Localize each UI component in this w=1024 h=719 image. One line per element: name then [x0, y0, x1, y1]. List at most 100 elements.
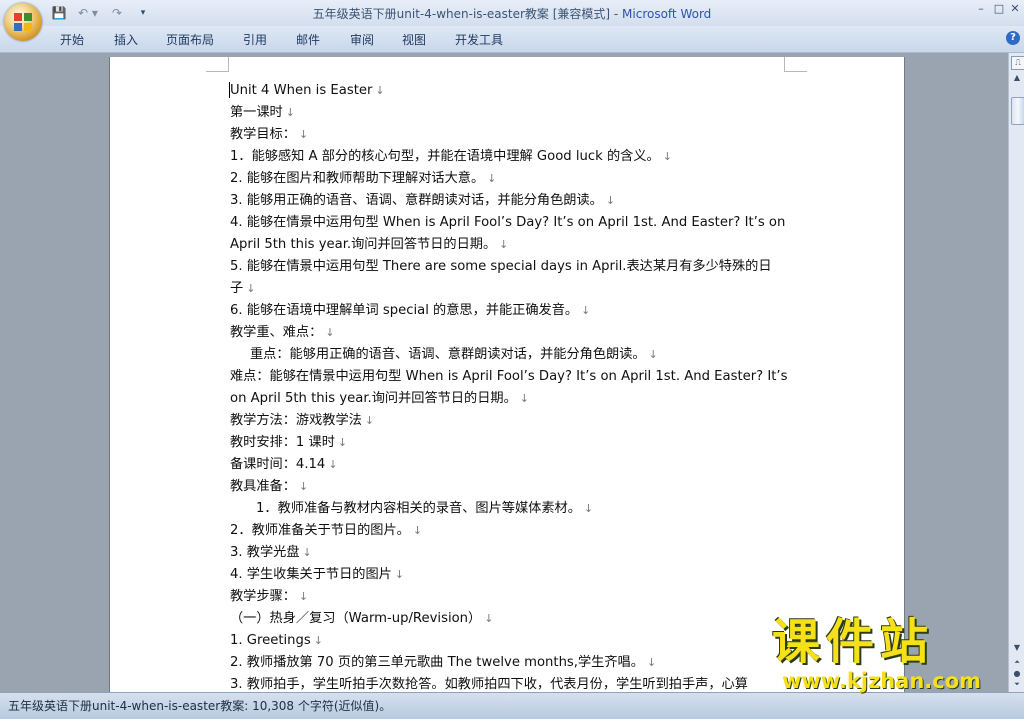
document-line-text: 教学方法：游戏教学法 — [230, 413, 362, 428]
document-line[interactable]: 难点：能够在情景中运用句型 When is April Fool’s Day? … — [230, 366, 790, 388]
document-line[interactable]: 3. 教学光盘 ↓ — [230, 542, 790, 564]
document-line[interactable]: 4. 能够在情景中运用句型 When is April Fool’s Day? … — [230, 212, 790, 234]
scroll-up-icon[interactable]: ▲ — [1011, 73, 1023, 85]
document-line-text: 教时安排：1 课时 — [230, 435, 335, 450]
document-line[interactable]: 6. 能够在语境中理解单词 special 的意思，并能正确发音。 ↓ — [230, 300, 790, 322]
document-line-text: 教学重、难点： — [230, 325, 323, 340]
tab-home[interactable]: 开始 — [60, 31, 84, 48]
document-line[interactable]: 1．教师准备与教材内容相关的录音、图片等媒体素材。 ↓ — [230, 498, 790, 520]
document-line[interactable]: （一）热身／复习（Warm-up/Revision） ↓ — [230, 608, 790, 630]
document-line[interactable]: 2．教师准备关于节日的图片。 ↓ — [230, 520, 790, 542]
scroll-down-icon[interactable]: ▼ — [1011, 643, 1023, 655]
watermark-url: www.kjzhan.com — [782, 669, 982, 693]
title-bar: 💾 ↶ ▾ ↷ ▾ 五年级英语下册unit-4-when-is-easter教案… — [0, 0, 1024, 26]
document-line[interactable]: 第一课时 ↓ — [230, 102, 790, 124]
document-line[interactable]: 3. 教师拍手，学生听拍手次数抢答。如教师拍四下收，代表月份，学生听到拍手声，心… — [230, 674, 790, 692]
document-line-text: 子 — [230, 281, 244, 296]
tab-page-layout[interactable]: 页面布局 — [166, 31, 214, 48]
document-line[interactable]: 教具准备： ↓ — [230, 476, 790, 498]
document-line[interactable]: on April 5th this year.询问并回答节日的日期。 ↓ — [230, 388, 790, 410]
document-line-text: 5. 能够在情景中运用句型 There are some special day… — [230, 259, 772, 274]
document-line-text: 第一课时 — [230, 105, 283, 120]
document-line-text: April 5th this year.询问并回答节日的日期。 — [230, 237, 497, 252]
paragraph-mark-icon: ↓ — [375, 84, 385, 97]
paragraph-mark-icon: ↓ — [313, 634, 324, 647]
document-line[interactable]: Unit 4 When is Easter ↓ — [230, 80, 790, 102]
paragraph-mark-icon: ↓ — [662, 150, 672, 163]
document-line[interactable]: 教学目标： ↓ — [230, 124, 790, 146]
window-title-app: Microsoft Word — [622, 7, 712, 21]
document-line-text: 1．教师准备与教材内容相关的录音、图片等媒体素材。 — [256, 501, 581, 516]
tab-mailings[interactable]: 邮件 — [296, 31, 320, 48]
document-line[interactable]: April 5th this year.询问并回答节日的日期。 ↓ — [230, 234, 790, 256]
document-line-text: 备课时间：4.14 — [230, 457, 326, 472]
document-page[interactable]: Unit 4 When is Easter ↓ 第一课时 ↓ 教学目标： ↓ 1．能够感知 … — [110, 57, 904, 692]
tab-insert[interactable]: 插入 — [114, 31, 138, 48]
paragraph-mark-icon: ↓ — [364, 414, 375, 427]
document-line[interactable]: 教学步骤： ↓ — [230, 586, 790, 608]
help-icon[interactable]: ? — [1006, 31, 1020, 45]
document-line-text: Unit 4 When is Easter — [230, 83, 373, 98]
paragraph-mark-icon: ↓ — [605, 194, 616, 207]
browse-object-icon[interactable]: ● — [1011, 669, 1023, 679]
document-line[interactable]: 2. 教师播放第 70 页的第三单元歌曲 The twelve months,学… — [230, 652, 790, 674]
paragraph-mark-icon: ↓ — [412, 524, 423, 537]
document-line-text: 3. 教学光盘 — [230, 545, 300, 560]
document-line-text: 2．教师准备关于节日的图片。 — [230, 523, 410, 538]
previous-page-icon[interactable]: ⏶ — [1011, 658, 1023, 668]
paragraph-mark-icon: ↓ — [325, 326, 335, 339]
tab-references[interactable]: 引用 — [243, 31, 267, 48]
paragraph-mark-icon: ↓ — [302, 546, 312, 559]
document-line[interactable]: 教学方法：游戏教学法 ↓ — [230, 410, 790, 432]
document-line-text: 2. 教师播放第 70 页的第三单元歌曲 The twelve months,学… — [230, 655, 644, 670]
paragraph-mark-icon: ↓ — [394, 568, 405, 581]
document-workspace: Unit 4 When is Easter ↓ 第一课时 ↓ 教学目标： ↓ 1．能够感知 … — [0, 53, 1008, 692]
document-line[interactable]: 重点：能够用正确的语音、语调、意群朗读对话，并能分角色朗读。 ↓ — [230, 344, 790, 366]
office-button[interactable] — [4, 3, 42, 41]
status-word-count[interactable]: 五年级英语下册unit-4-when-is-easter教案: 10,308 个… — [8, 697, 391, 714]
document-line[interactable]: 教时安排：1 课时 ↓ — [230, 432, 790, 454]
document-line[interactable]: 备课时间：4.14 ↓ — [230, 454, 790, 476]
crop-mark-right — [784, 57, 807, 72]
document-line-text: 4. 能够在情景中运用句型 When is April Fool’s Day? … — [230, 215, 786, 230]
document-line-text: 3. 能够用正确的语音、语调、意群朗读对话，并能分角色朗读。 — [230, 193, 603, 208]
document-line-text: 1．能够感知 A 部分的核心句型，并能在语境中理解 Good luck 的含义。 — [230, 149, 660, 164]
document-line-text: 3. 教师拍手，学生听拍手次数抢答。如教师拍四下收，代表月份，学生听到拍手声，心… — [230, 677, 748, 692]
paragraph-mark-icon: ↓ — [298, 590, 309, 603]
paragraph-mark-icon: ↓ — [646, 656, 657, 669]
paragraph-mark-icon: ↓ — [583, 502, 594, 515]
paragraph-mark-icon: ↓ — [499, 238, 509, 251]
tab-developer[interactable]: 开发工具 — [455, 31, 503, 48]
document-line[interactable]: 1．能够感知 A 部分的核心句型，并能在语境中理解 Good luck 的含义。… — [230, 146, 790, 168]
document-line-text: 6. 能够在语境中理解单词 special 的意思，并能正确发音。 — [230, 303, 579, 318]
document-line-text: 教学步骤： — [230, 589, 296, 604]
document-line[interactable]: 2. 能够在图片和教师帮助下理解对话大意。 ↓ — [230, 168, 790, 190]
next-page-icon[interactable]: ⏷ — [1011, 680, 1023, 690]
paragraph-mark-icon: ↓ — [648, 348, 658, 361]
paragraph-mark-icon: ↓ — [487, 172, 497, 185]
document-line-text: 1. Greetings — [230, 633, 311, 648]
ruler-toggle-icon[interactable]: ⎍ — [1011, 56, 1024, 70]
scroll-thumb[interactable] — [1011, 97, 1024, 125]
document-line-text: 教具准备： — [230, 479, 296, 494]
close-button[interactable]: ✕ — [1006, 2, 1024, 16]
paragraph-mark-icon: ↓ — [519, 392, 529, 405]
tab-review[interactable]: 审阅 — [350, 31, 374, 48]
document-line-text: on April 5th this year.询问并回答节日的日期。 — [230, 391, 517, 406]
paragraph-mark-icon: ↓ — [337, 436, 348, 449]
document-line[interactable]: 教学重、难点： ↓ — [230, 322, 790, 344]
document-line[interactable]: 3. 能够用正确的语音、语调、意群朗读对话，并能分角色朗读。 ↓ — [230, 190, 790, 212]
document-body[interactable]: Unit 4 When is Easter ↓ 第一课时 ↓ 教学目标： ↓ 1．能够感知 … — [230, 80, 790, 692]
status-bar: 五年级英语下册unit-4-when-is-easter教案: 10,308 个… — [0, 692, 1024, 719]
document-line-text: 难点：能够在情景中运用句型 When is April Fool’s Day? … — [230, 369, 788, 384]
document-line[interactable]: 5. 能够在情景中运用句型 There are some special day… — [230, 256, 790, 278]
vertical-scrollbar[interactable]: ⎍ ▲ ▼ ⏶ ● ⏷ — [1008, 53, 1024, 692]
document-line[interactable]: 1. Greetings ↓ — [230, 630, 790, 652]
document-line[interactable]: 子 ↓ — [230, 278, 790, 300]
document-line-text: 4. 学生收集关于节日的图片 — [230, 567, 392, 582]
document-line-text: 教学目标： — [230, 127, 296, 142]
paragraph-mark-icon: ↓ — [484, 612, 494, 625]
minimize-button[interactable]: – — [972, 2, 990, 16]
document-line[interactable]: 4. 学生收集关于节日的图片 ↓ — [230, 564, 790, 586]
tab-view[interactable]: 视图 — [402, 31, 426, 48]
